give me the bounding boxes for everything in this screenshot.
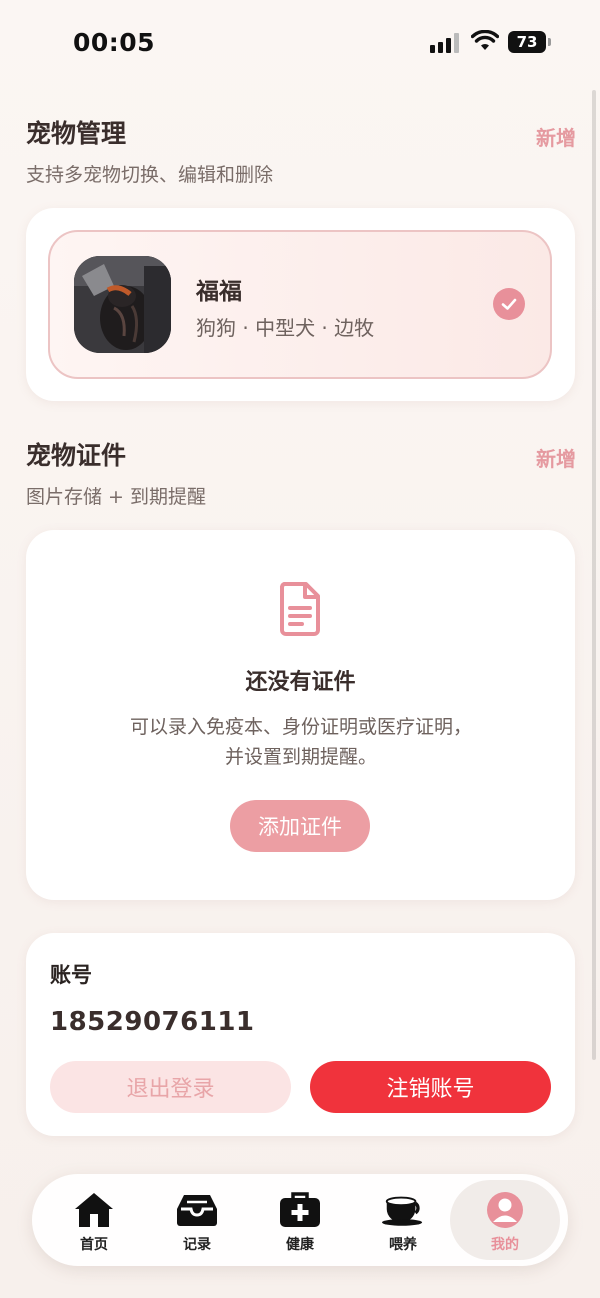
pet-list-card: 福福 狗狗 · 中型犬 · 边牧 (26, 208, 575, 401)
tab-label: 我的 (491, 1237, 519, 1253)
user-icon (483, 1190, 527, 1230)
cert-section-header: 宠物证件 图片存储 + 到期提醒 新增 (26, 436, 576, 509)
empty-state-title: 还没有证件 (245, 670, 356, 695)
pet-section-header: 宠物管理 支持多宠物切换、编辑和删除 新增 (26, 114, 576, 187)
wifi-icon (471, 30, 499, 50)
status-bar: 00:05 73 (0, 0, 600, 86)
empty-desc-line-1: 可以录入免疫本、身份证明或医疗证明， (129, 716, 472, 738)
add-cert-link[interactable]: 新增 (536, 443, 576, 472)
cellular-signal-icon (430, 33, 462, 53)
tab-home[interactable]: 首页 (44, 1174, 144, 1266)
bottom-tab-bar: 首页 记录 健康 喂养 我的 (32, 1174, 568, 1266)
account-label: 账号 (50, 963, 92, 987)
pet-avatar (74, 256, 171, 353)
bowl-icon (381, 1190, 425, 1230)
pet-photo-image (74, 256, 171, 353)
profile-screen: 00:05 73 宠物管理 支持多宠物切换、编辑和删除 新增 福福 狗狗 · 中… (0, 0, 600, 1298)
add-pet-button[interactable]: 新增 (536, 122, 576, 151)
battery-level: 73 (516, 33, 538, 51)
cert-section-subtitle: 图片存储 + 到期提醒 (26, 486, 206, 508)
pet-list-item[interactable]: 福福 狗狗 · 中型犬 · 边牧 (48, 230, 552, 379)
cert-empty-card: 还没有证件 可以录入免疫本、身份证明或医疗证明， 并设置到期提醒。 添加证件 (26, 530, 575, 900)
tab-label: 健康 (286, 1237, 314, 1253)
account-phone: 18529076111 (50, 1007, 255, 1037)
inbox-tray-icon (175, 1190, 219, 1230)
account-card: 账号 18529076111 退出登录 注销账号 (26, 933, 575, 1136)
document-icon (279, 582, 320, 636)
pet-description: 狗狗 · 中型犬 · 边牧 (196, 316, 375, 340)
home-icon (72, 1190, 116, 1230)
delete-account-button[interactable]: 注销账号 (310, 1061, 551, 1113)
pet-section-title: 宠物管理 (26, 119, 127, 148)
battery-indicator: 73 (508, 31, 551, 53)
medical-kit-icon (278, 1190, 322, 1230)
tab-label: 记录 (183, 1237, 211, 1253)
status-time: 00:05 (73, 28, 156, 57)
tab-feeding[interactable]: 喂养 (353, 1174, 453, 1266)
empty-state-description: 可以录入免疫本、身份证明或医疗证明， 并设置到期提醒。 (66, 712, 536, 772)
tab-records[interactable]: 记录 (147, 1174, 247, 1266)
add-cert-button[interactable]: 添加证件 (230, 800, 370, 852)
tab-label: 喂养 (389, 1237, 417, 1253)
pet-section-subtitle: 支持多宠物切换、编辑和删除 (26, 164, 274, 186)
logout-button[interactable]: 退出登录 (50, 1061, 291, 1113)
scrollbar[interactable] (592, 90, 596, 1060)
cert-section-title: 宠物证件 (26, 441, 127, 470)
tab-label: 首页 (80, 1237, 108, 1253)
empty-desc-line-2: 并设置到期提醒。 (224, 746, 377, 768)
tab-me[interactable]: 我的 (450, 1180, 560, 1260)
tab-health[interactable]: 健康 (250, 1174, 350, 1266)
pet-name: 福福 (196, 279, 242, 305)
selected-check-icon (493, 288, 525, 320)
